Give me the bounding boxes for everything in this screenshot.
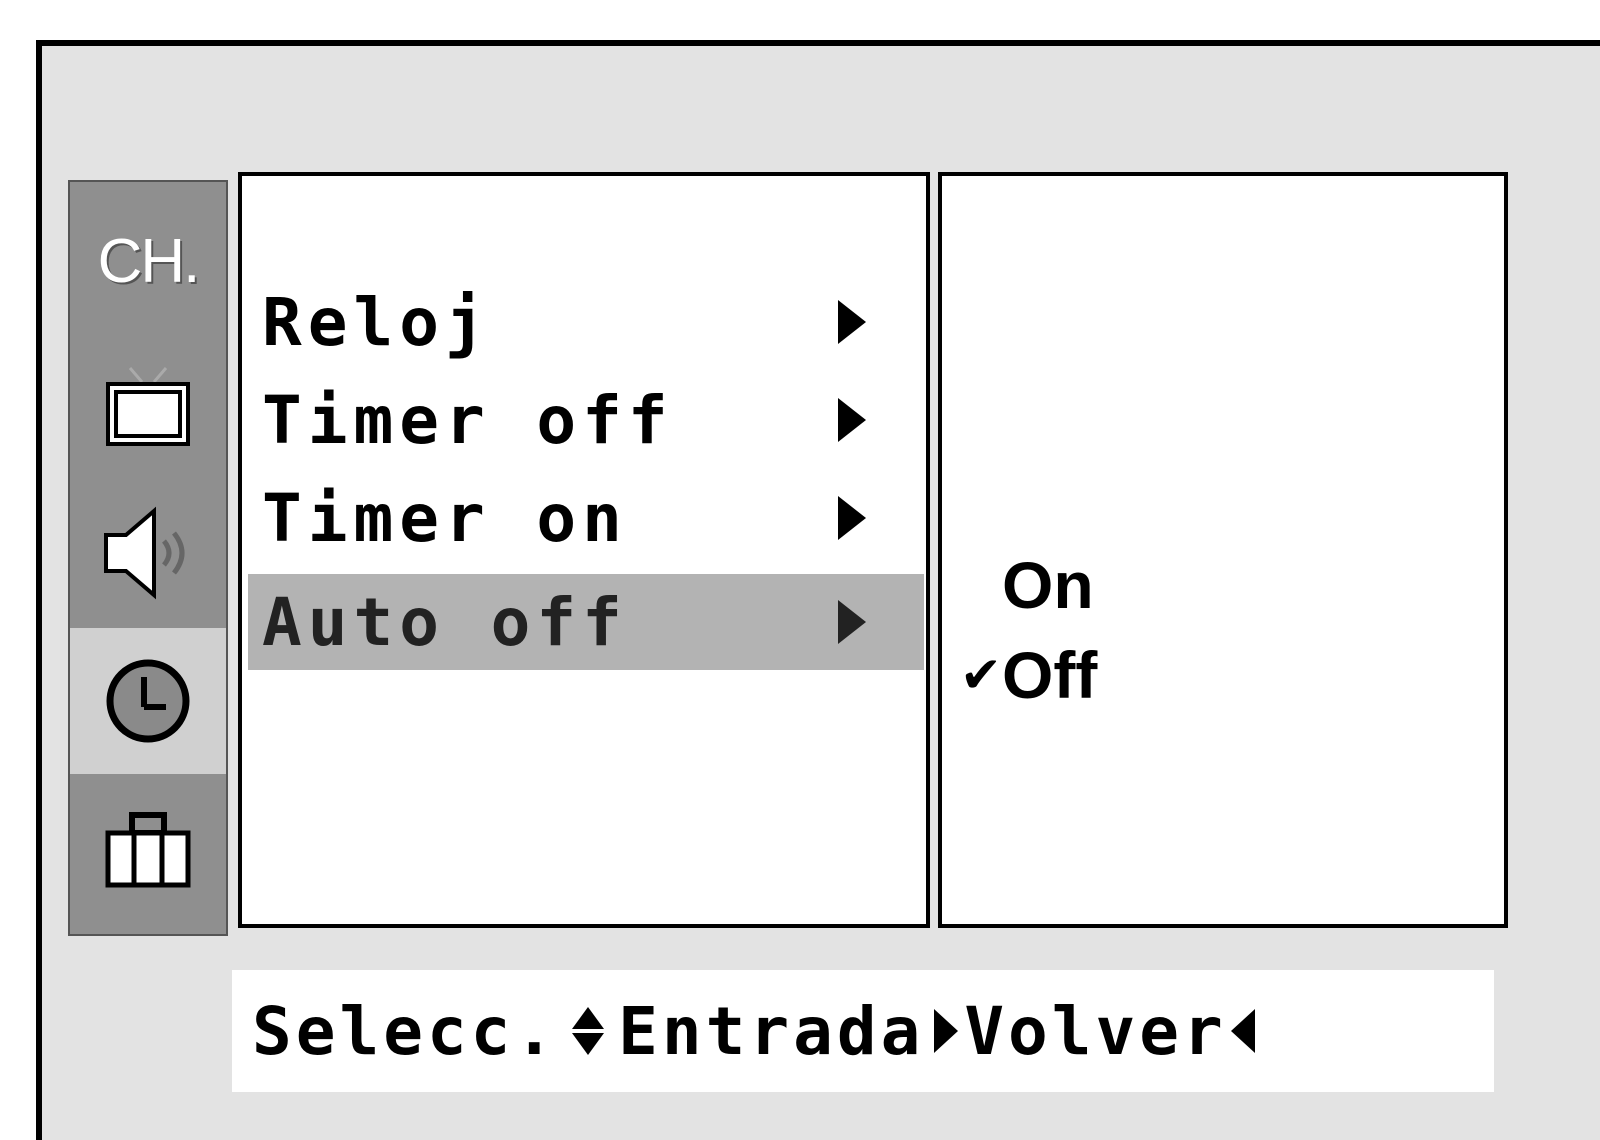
option-off[interactable]: Off: [1002, 630, 1097, 720]
submenu-arrow-icon: [838, 398, 866, 442]
submenu-arrow-icon: [838, 300, 866, 344]
up-down-arrow-icon: [572, 1007, 605, 1055]
option-menu-tab[interactable]: [70, 778, 226, 924]
channel-label: CH.: [97, 226, 201, 296]
time-menu-panel: Reloj Timer off Timer on Auto off: [238, 172, 930, 928]
clock-icon: [106, 659, 190, 743]
option-on[interactable]: On: [1002, 540, 1094, 630]
channel-menu-tab[interactable]: CH.: [70, 188, 226, 334]
picture-menu-tab[interactable]: [70, 334, 226, 480]
audio-icon: [104, 506, 185, 600]
menu-item-label: Timer on: [262, 479, 628, 557]
help-enter-label: Entrada: [618, 992, 925, 1070]
help-enter: Entrada: [618, 993, 964, 1070]
help-back: Volver: [964, 993, 1258, 1070]
option-label: Off: [1002, 638, 1098, 712]
menu-item-clock[interactable]: Reloj: [248, 274, 924, 370]
menu-item-auto-off[interactable]: Auto off: [248, 574, 924, 670]
help-select-label: Selecc.: [252, 992, 559, 1070]
menu-item-timer-on[interactable]: Timer on: [248, 470, 924, 566]
toolbox-icon: [105, 812, 191, 888]
help-bar: Selecc. Entrada Volver: [232, 970, 1494, 1092]
submenu-arrow-icon: [838, 496, 866, 540]
audio-menu-tab[interactable]: [70, 480, 226, 626]
menu-item-label: Auto off: [262, 583, 628, 661]
right-arrow-icon: [934, 1009, 959, 1053]
menu-item-label: Timer off: [262, 381, 674, 459]
auto-off-options-panel: On Off ✔: [938, 172, 1508, 928]
menu-sidebar: CH.: [68, 180, 228, 936]
menu-item-label: Reloj: [262, 283, 491, 361]
menu-item-timer-off[interactable]: Timer off: [248, 372, 924, 468]
help-back-label: Volver: [964, 992, 1227, 1070]
help-select: Selecc.: [252, 993, 618, 1070]
submenu-arrow-icon: [838, 600, 866, 644]
left-arrow-icon: [1230, 1009, 1255, 1053]
checkmark-icon: ✔: [960, 646, 1002, 704]
picture-icon: [106, 367, 190, 446]
time-menu-tab[interactable]: [70, 628, 226, 774]
option-label: On: [1002, 548, 1094, 622]
